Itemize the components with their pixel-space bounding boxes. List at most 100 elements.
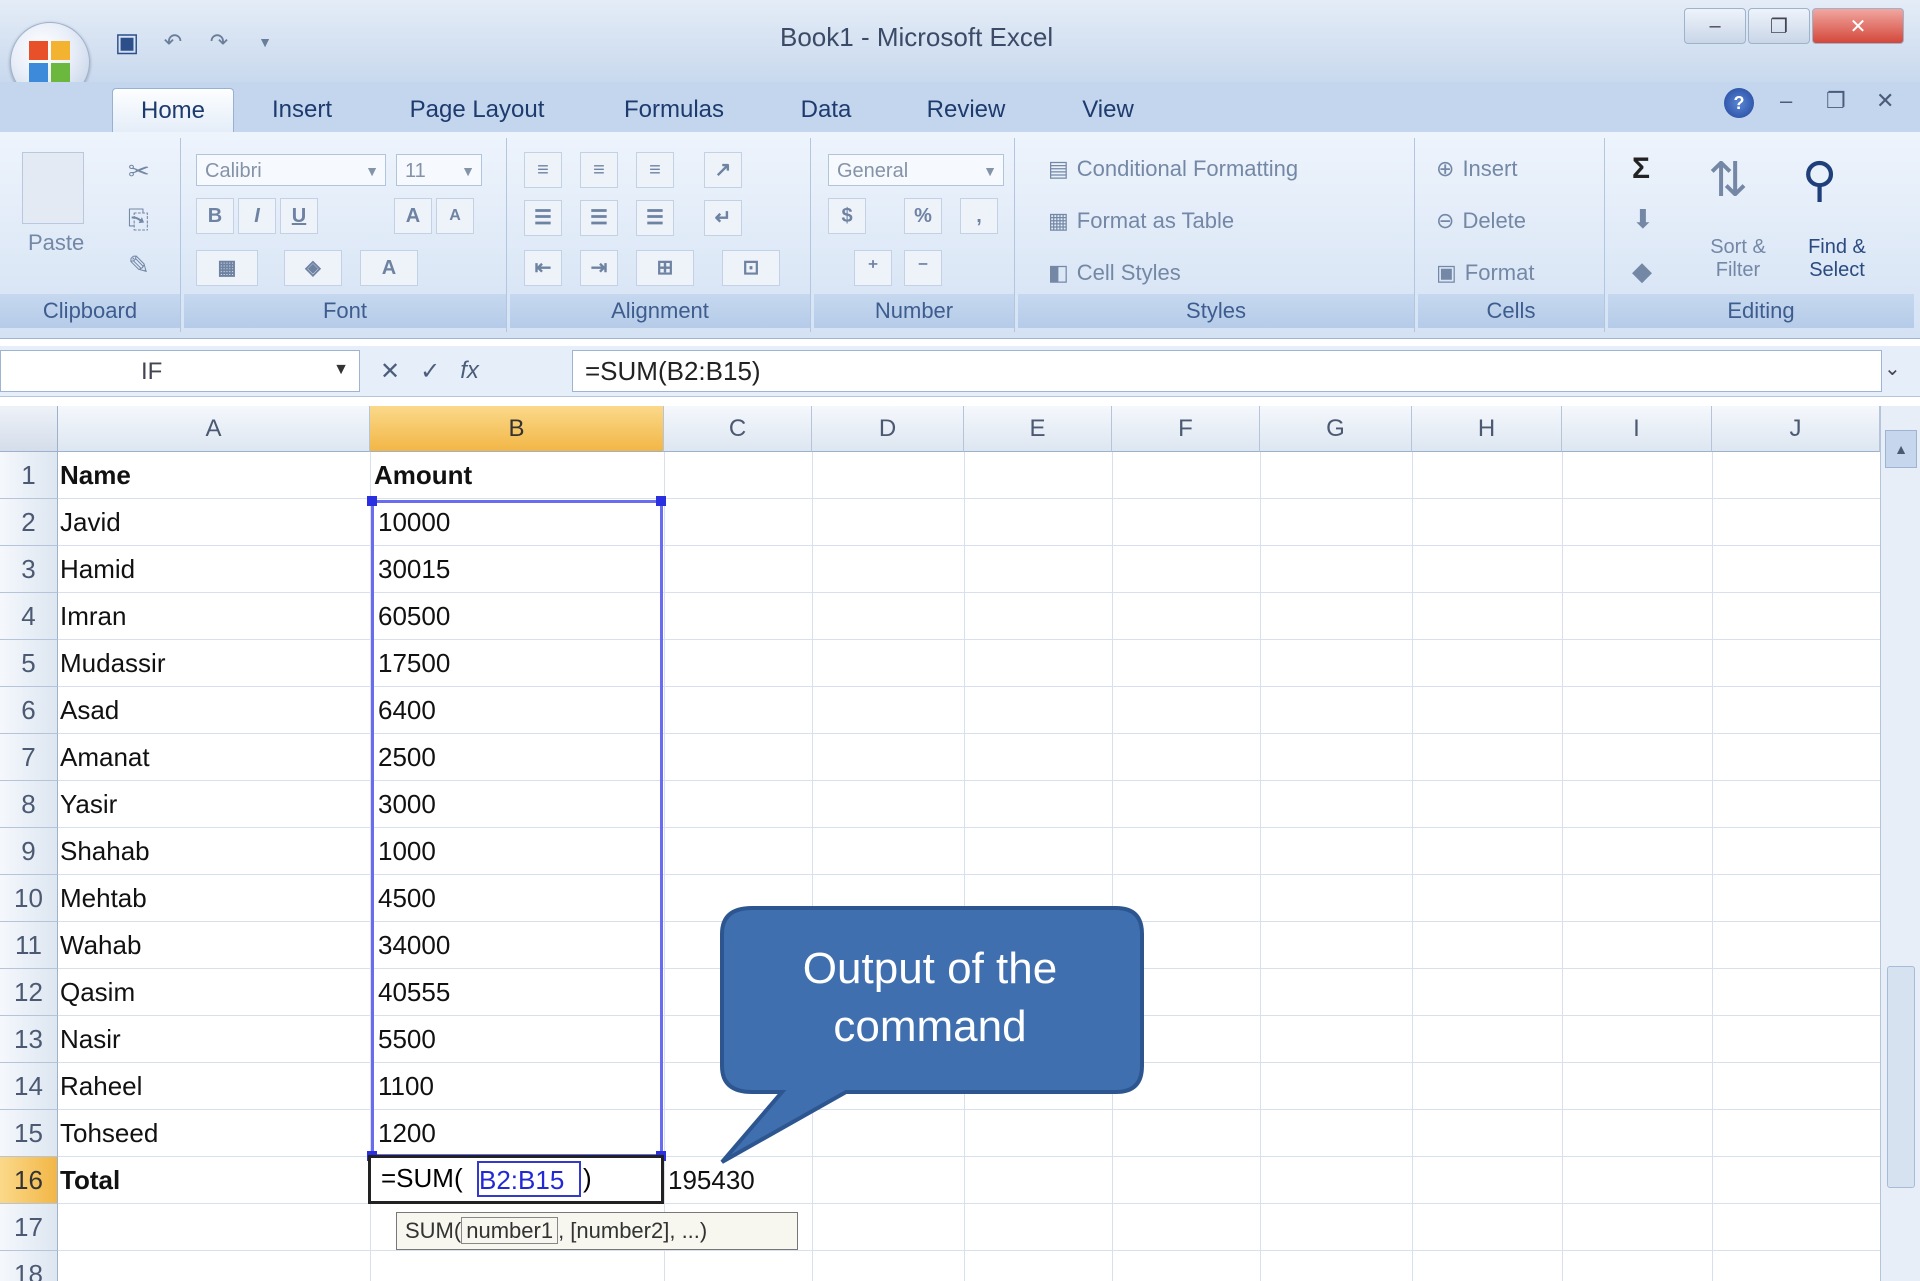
active-cell-b16[interactable]: =SUM( B2:B15 ) xyxy=(368,1155,664,1204)
cell-styles-button[interactable]: ◧ Cell Styles xyxy=(1048,260,1181,286)
cancel-icon[interactable]: ✕ xyxy=(380,357,400,386)
cut-icon[interactable]: ✂ xyxy=(128,156,150,187)
cell-a5[interactable]: Mudassir xyxy=(60,640,165,687)
cell-a7[interactable]: Amanat xyxy=(60,734,150,781)
row-header[interactable]: 4 xyxy=(0,593,58,640)
column-header-j[interactable]: J xyxy=(1712,406,1880,452)
function-argument-tooltip[interactable]: SUM(number1, [number2], ...) xyxy=(396,1212,798,1250)
maximize-button[interactable]: ❐ xyxy=(1748,8,1810,44)
decrease-indent-icon[interactable]: ⇤ xyxy=(524,250,562,286)
column-header-b[interactable]: B xyxy=(370,406,664,452)
row-header[interactable]: 9 xyxy=(0,828,58,875)
align-middle-icon[interactable]: ≡ xyxy=(580,152,618,188)
autosum-icon[interactable]: Σ xyxy=(1632,152,1650,186)
cell-b12[interactable]: 40555 xyxy=(378,969,450,1016)
conditional-formatting-button[interactable]: ▤ Conditional Formatting xyxy=(1048,156,1298,182)
row-header[interactable]: 18 xyxy=(0,1251,58,1281)
ribbon-minimize-icon[interactable]: – xyxy=(1780,88,1792,114)
column-header-e[interactable]: E xyxy=(964,406,1112,452)
tab-insert[interactable]: Insert xyxy=(252,88,352,132)
increase-indent-icon[interactable]: ⇥ xyxy=(580,250,618,286)
cell-a11[interactable]: Wahab xyxy=(60,922,141,969)
cell-a8[interactable]: Yasir xyxy=(60,781,117,828)
row-header[interactable]: 16 xyxy=(0,1157,58,1204)
cell-b7[interactable]: 2500 xyxy=(378,734,436,781)
cell-a9[interactable]: Shahab xyxy=(60,828,150,875)
paste-button[interactable]: Paste xyxy=(28,230,84,256)
cell-b2[interactable]: 10000 xyxy=(378,499,450,546)
expand-formula-bar-icon[interactable]: ⌄ xyxy=(1884,356,1901,381)
format-cells-button[interactable]: ▣ Format xyxy=(1436,260,1534,286)
delete-cells-button[interactable]: ⊖ Delete xyxy=(1436,208,1526,234)
vertical-scrollbar[interactable]: ▲ xyxy=(1880,406,1920,1281)
row-header[interactable]: 15 xyxy=(0,1110,58,1157)
cell-b11[interactable]: 34000 xyxy=(378,922,450,969)
range-handle[interactable] xyxy=(367,496,377,506)
italic-button[interactable]: I xyxy=(238,198,276,234)
bold-button[interactable]: B xyxy=(196,198,234,234)
help-icon[interactable]: ? xyxy=(1724,88,1754,118)
row-header[interactable]: 10 xyxy=(0,875,58,922)
minimize-button[interactable]: – xyxy=(1684,8,1746,44)
cell-b15[interactable]: 1200 xyxy=(378,1110,436,1157)
chevron-down-icon[interactable]: ▼ xyxy=(333,361,349,379)
cell-a4[interactable]: Imran xyxy=(60,593,126,640)
fill-color-icon[interactable]: ◈ xyxy=(284,250,342,286)
range-handle[interactable] xyxy=(656,496,666,506)
tab-review[interactable]: Review xyxy=(910,88,1022,132)
column-header-d[interactable]: D xyxy=(812,406,964,452)
row-header[interactable]: 12 xyxy=(0,969,58,1016)
cell-a13[interactable]: Nasir xyxy=(60,1016,121,1063)
row-header[interactable]: 14 xyxy=(0,1063,58,1110)
merge-icon[interactable]: ⊡ xyxy=(722,250,780,286)
align-left-icon[interactable]: ☰ xyxy=(524,200,562,236)
cell-b1[interactable]: Amount xyxy=(374,452,472,499)
cell-c16[interactable]: 195430 xyxy=(668,1157,755,1204)
cell-b14[interactable]: 1100 xyxy=(378,1063,434,1110)
name-box[interactable]: IF ▼ xyxy=(0,350,360,392)
column-header-h[interactable]: H xyxy=(1412,406,1562,452)
row-header[interactable]: 8 xyxy=(0,781,58,828)
cell-a14[interactable]: Raheel xyxy=(60,1063,142,1110)
clear-icon[interactable]: ◆ xyxy=(1632,256,1652,287)
merge-center-icon[interactable]: ⊞ xyxy=(636,250,694,286)
tab-formulas[interactable]: Formulas xyxy=(604,88,744,132)
cell-b5[interactable]: 17500 xyxy=(378,640,450,687)
orientation-icon[interactable]: ↗ xyxy=(704,152,742,188)
copy-icon[interactable]: ⎘ xyxy=(128,204,149,236)
format-as-table-button[interactable]: ▦ Format as Table xyxy=(1048,208,1234,234)
tab-page-layout[interactable]: Page Layout xyxy=(392,88,562,132)
formula-input[interactable]: =SUM(B2:B15) xyxy=(572,350,1882,392)
number-format-combo[interactable]: General ▼ xyxy=(828,154,1004,186)
column-header-f[interactable]: F xyxy=(1112,406,1260,452)
column-header-c[interactable]: C xyxy=(664,406,812,452)
cell-b8[interactable]: 3000 xyxy=(378,781,436,828)
customize-qat-icon[interactable]: ▼ xyxy=(248,25,282,59)
scroll-thumb[interactable] xyxy=(1887,966,1915,1188)
cell-b6[interactable]: 6400 xyxy=(378,687,436,734)
tab-home[interactable]: Home xyxy=(112,88,234,133)
cell-b10[interactable]: 4500 xyxy=(378,875,436,922)
cell-b4[interactable]: 60500 xyxy=(378,593,450,640)
cell-a15[interactable]: Tohseed xyxy=(60,1110,158,1157)
enter-icon[interactable]: ✓ xyxy=(420,357,440,386)
row-header[interactable]: 6 xyxy=(0,687,58,734)
cell-a3[interactable]: Hamid xyxy=(60,546,135,593)
align-right-icon[interactable]: ☰ xyxy=(636,200,674,236)
wrap-text-icon[interactable]: ↵ xyxy=(704,200,742,236)
cell-a16[interactable]: Total xyxy=(60,1157,120,1204)
row-header[interactable]: 2 xyxy=(0,499,58,546)
redo-icon[interactable]: ↷ xyxy=(202,25,236,59)
font-name-combo[interactable]: Calibri ▼ xyxy=(196,154,386,186)
close-button[interactable]: ✕ xyxy=(1812,8,1904,44)
cell-a1[interactable]: Name xyxy=(60,452,131,499)
grow-font-icon[interactable]: A xyxy=(394,198,432,234)
insert-cells-button[interactable]: ⊕ Insert xyxy=(1436,156,1517,182)
cell-b9[interactable]: 1000 xyxy=(378,828,436,875)
align-top-icon[interactable]: ≡ xyxy=(524,152,562,188)
cell-b3[interactable]: 30015 xyxy=(378,546,450,593)
select-all-corner[interactable] xyxy=(0,406,58,452)
format-painter-icon[interactable]: ✎ xyxy=(128,250,150,281)
currency-button[interactable]: $ xyxy=(828,198,866,234)
cell-a10[interactable]: Mehtab xyxy=(60,875,147,922)
